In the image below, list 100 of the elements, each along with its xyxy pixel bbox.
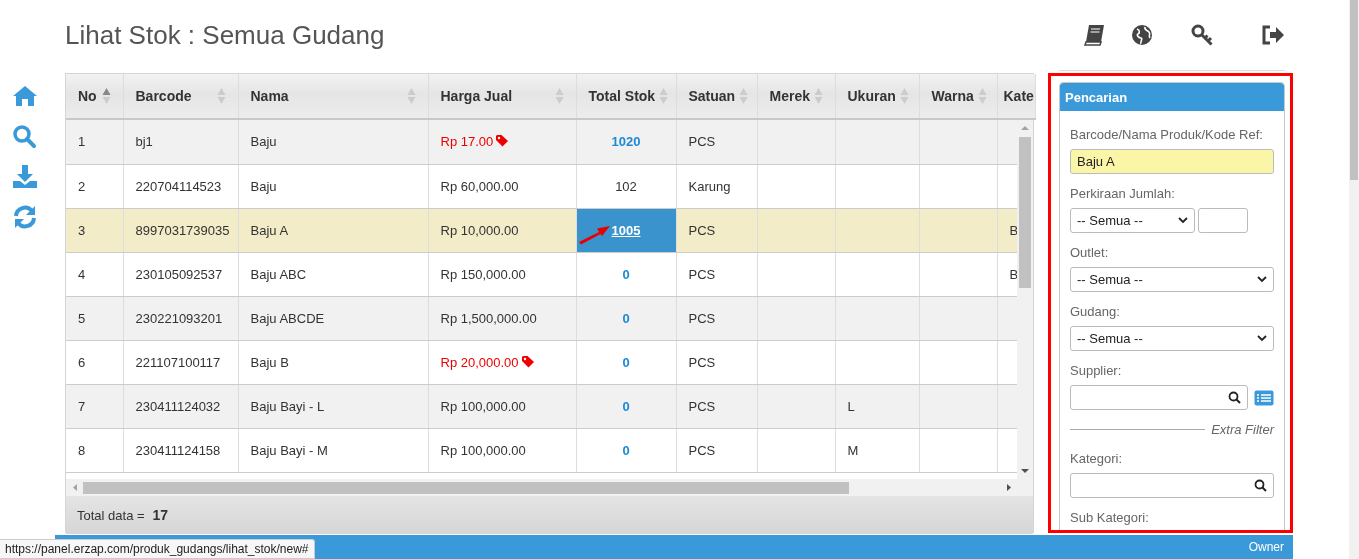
text-field[interactable]: Baju A <box>1070 149 1274 174</box>
table-row[interactable]: 8 230411124158 Baju Bayi - M Rp 100,000.00 0 PCS M <box>66 428 1017 472</box>
field-label: Gudang: <box>1070 304 1120 319</box>
header-label: Harga Jual <box>440 88 513 104</box>
cell-text: PCS <box>688 310 716 326</box>
header-label: Ukuran <box>847 88 896 104</box>
total-label: Total data = <box>77 507 145 523</box>
select-field[interactable]: -- Semua -- <box>1070 267 1274 292</box>
cell-text: 5 <box>78 310 86 326</box>
field-label: Outlet: <box>1070 245 1109 260</box>
price-text: Rp 100,000.00 <box>440 398 526 414</box>
cell-text: PCS <box>688 398 716 414</box>
link-preview: https://panel.erzap.com/produk_gudangs/lihat_stok/new# <box>0 539 315 559</box>
price-text: Rp 100,000.00 <box>440 442 526 458</box>
stock-link[interactable]: 0 <box>622 354 630 370</box>
quantity-field[interactable] <box>1198 208 1248 233</box>
field-label: Perkiraan Jumlah: <box>1070 186 1175 201</box>
table-row[interactable]: 5 230221093201 Baju ABCDE Rp 1,500,000.00 0 PCS <box>66 296 1017 340</box>
cell-text: Baju <box>250 178 277 194</box>
list-icon[interactable] <box>1254 389 1274 406</box>
chevron-icon <box>1257 335 1267 342</box>
cell-text: B <box>1009 222 1017 238</box>
header-label: Barcode <box>135 88 192 104</box>
cell-text: PCS <box>688 442 716 458</box>
column-header[interactable]: Harga Jual <box>428 74 576 119</box>
search-icon[interactable] <box>12 124 38 150</box>
cell-text: 220704114523 <box>135 178 222 194</box>
cell-text: 230411124158 <box>135 442 221 458</box>
select-field[interactable]: -- Semua -- <box>1070 208 1195 233</box>
panel-title: Pencarian <box>1060 83 1284 111</box>
cell-text: 230221093201 <box>135 310 223 326</box>
price-text: Rp 20,000.00 <box>440 354 519 370</box>
cell-text: 102 <box>615 178 637 194</box>
header-label: Satuan <box>688 88 736 104</box>
cell-text: 4 <box>78 266 86 282</box>
scrollbar-thumb[interactable] <box>1019 137 1031 288</box>
cell-text: 221107100117 <box>135 354 221 370</box>
price-text: Rp 10,000.00 <box>440 222 519 238</box>
table-row[interactable]: 6 221107100117 Baju B Rp 20,000.00 0 PCS <box>66 340 1017 384</box>
cell-text: 2 <box>78 178 86 194</box>
cell-text: 1 <box>78 134 86 150</box>
column-header[interactable]: Kate <box>997 74 1035 119</box>
cell-text: Baju A <box>250 222 289 238</box>
cell-text: M <box>847 442 859 458</box>
book-icon[interactable] <box>1083 23 1107 47</box>
chevron-icon <box>1178 217 1188 224</box>
lookup-field[interactable] <box>1070 473 1274 498</box>
scrollbar-thumb[interactable] <box>83 482 849 494</box>
select-field[interactable]: -- Semua -- <box>1070 326 1274 351</box>
field-label: Kategori: <box>1070 451 1123 466</box>
user-role: Owner <box>1248 540 1284 554</box>
price-text: Rp 1,500,000.00 <box>440 310 537 326</box>
total-value: 17 <box>152 507 169 523</box>
cell-text: Baju Bayi - L <box>250 398 325 414</box>
table-row[interactable]: 4 230105092537 Baju ABC Rp 150,000.00 0 PCS B <box>66 252 1017 296</box>
cell-text: 6 <box>78 354 86 370</box>
key-icon[interactable] <box>1191 23 1215 47</box>
header-label: Warna <box>931 88 974 104</box>
column-header[interactable]: Merek <box>757 74 835 119</box>
globe-icon[interactable] <box>1131 23 1155 47</box>
column-header[interactable]: No <box>66 74 123 119</box>
field-label: Sub Kategori: <box>1070 510 1149 525</box>
stock-link[interactable]: 0 <box>622 266 630 282</box>
cell-text: PCS <box>688 134 716 150</box>
cell-text: Baju Bayi - M <box>250 442 328 458</box>
chevron-icon <box>1257 276 1267 283</box>
header-label: Nama <box>250 88 289 104</box>
cell-text: Baju ABCDE <box>250 310 325 326</box>
cell-text: PCS <box>688 266 716 282</box>
scrollbar-thumb[interactable] <box>1350 0 1358 180</box>
cell-text: B <box>1009 266 1017 282</box>
page-title: Lihat Stok : Semua Gudang <box>65 19 385 52</box>
cell-text: 8 <box>78 442 86 458</box>
column-header[interactable]: Nama <box>238 74 428 119</box>
price-text: Rp 17.00 <box>440 134 494 150</box>
sign-out-icon[interactable] <box>1261 23 1285 47</box>
table-row[interactable]: 2 220704114523 Baju Rp 60,000.00 102 Karung <box>66 164 1017 208</box>
cell-text: bj1 <box>135 134 153 150</box>
header-label: Merek <box>769 88 810 104</box>
stock-link[interactable]: 0 <box>622 442 630 458</box>
cell-text: 7 <box>78 398 86 414</box>
field-label: Supplier: <box>1070 363 1122 378</box>
column-header[interactable]: Ukuran <box>835 74 919 119</box>
table-row[interactable]: 1 bj1 Baju Rp 17.00 1020 PCS <box>66 120 1017 164</box>
column-header[interactable]: Warna <box>919 74 997 119</box>
column-header[interactable]: Barcode <box>123 74 238 119</box>
cell-text: 230105092537 <box>135 266 223 282</box>
cell-text: 230411124032 <box>135 398 221 414</box>
refresh-icon[interactable] <box>12 204 38 230</box>
column-header[interactable]: Satuan <box>676 74 757 119</box>
section-label: Extra Filter <box>1211 422 1274 437</box>
download-icon[interactable] <box>12 164 38 190</box>
cell-text: PCS <box>688 222 716 238</box>
lookup-field[interactable] <box>1070 385 1248 410</box>
table-row[interactable]: 7 230411124032 Baju Bayi - L Rp 100,000.00 0 PCS L <box>66 384 1017 428</box>
cell-text: Baju <box>250 134 277 150</box>
field-label: Barcode/Nama Produk/Kode Ref: <box>1070 127 1263 142</box>
column-header[interactable]: Total Stok <box>576 74 676 119</box>
table-row[interactable]: 3 8997031739035 Baju A Rp 10,000.00 1005 PCS B <box>66 208 1017 252</box>
cell-text: 3 <box>78 222 86 238</box>
